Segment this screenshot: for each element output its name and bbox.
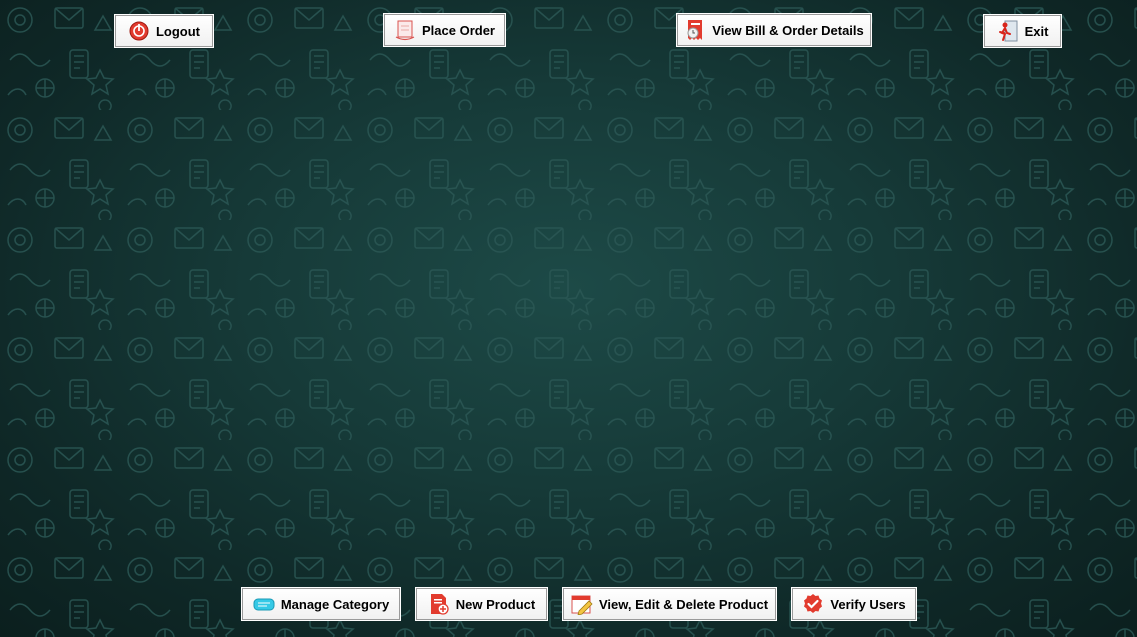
- view-edit-delete-label: View, Edit & Delete Product: [598, 596, 769, 612]
- logout-button[interactable]: Logout: [114, 14, 214, 48]
- edit-icon: [571, 593, 593, 615]
- new-product-button[interactable]: New Product: [415, 587, 548, 621]
- category-icon: [253, 593, 275, 615]
- bill-icon: [684, 19, 706, 41]
- verify-icon: [802, 593, 824, 615]
- verify-users-button[interactable]: Verify Users: [791, 587, 917, 621]
- logout-label: Logout: [155, 23, 201, 39]
- order-icon: [394, 19, 416, 41]
- view-bill-button[interactable]: View Bill & Order Details: [676, 13, 872, 47]
- verify-users-label: Verify Users: [830, 596, 906, 612]
- exit-button[interactable]: Exit: [983, 14, 1062, 48]
- background-pattern: [0, 0, 1137, 637]
- place-order-button[interactable]: Place Order: [383, 13, 506, 47]
- manage-category-label: Manage Category: [280, 596, 390, 612]
- manage-category-button[interactable]: Manage Category: [241, 587, 401, 621]
- view-edit-delete-product-button[interactable]: View, Edit & Delete Product: [562, 587, 777, 621]
- place-order-label: Place Order: [422, 22, 495, 38]
- new-product-label: New Product: [455, 596, 536, 612]
- exit-label: Exit: [1024, 23, 1049, 39]
- new-product-icon: [428, 593, 450, 615]
- exit-icon: [997, 20, 1019, 42]
- power-icon: [128, 20, 150, 42]
- view-bill-label: View Bill & Order Details: [712, 22, 864, 38]
